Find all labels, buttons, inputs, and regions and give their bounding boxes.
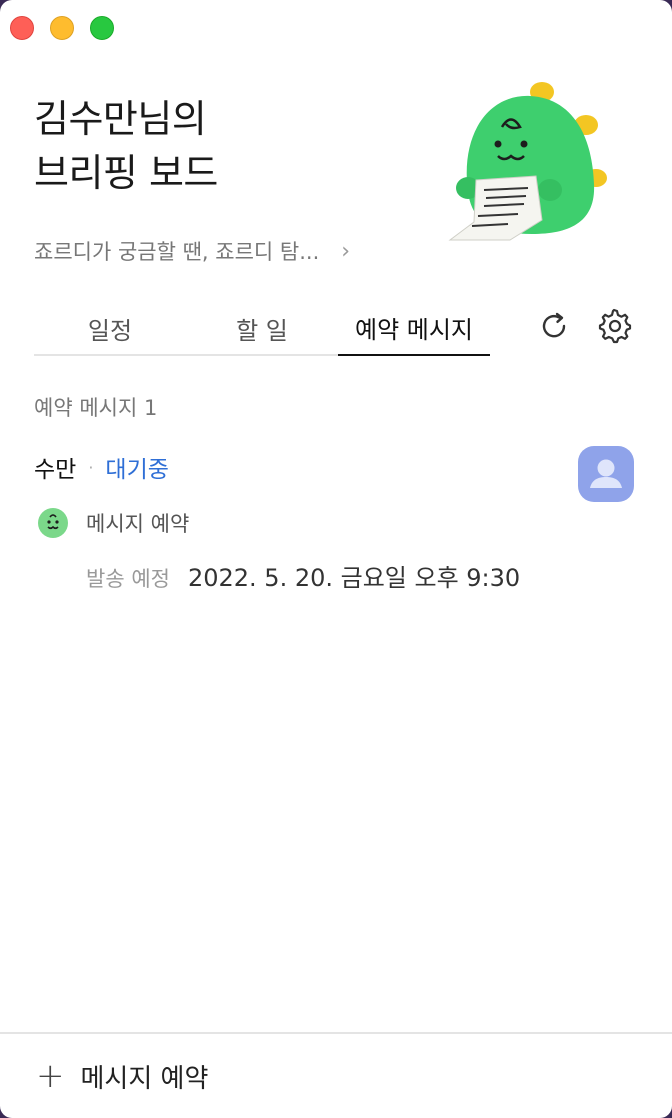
add-scheduled-message-button[interactable]: + 메시지 예약 — [0, 1032, 672, 1118]
close-window-button[interactable] — [10, 16, 34, 40]
title-line-1: 김수만님의 — [34, 97, 207, 141]
title-line-2: 브리핑 보드 — [34, 151, 218, 195]
tab-scheduled-messages[interactable]: 예약 메시지 — [338, 300, 490, 356]
jordy-face-icon — [38, 508, 68, 538]
person-avatar-icon[interactable] — [578, 446, 634, 502]
message-type-label: 메시지 예약 — [86, 512, 190, 536]
scheduled-message-count: 예약 메시지 1 — [34, 396, 158, 420]
maximize-window-button[interactable] — [90, 16, 114, 40]
subtitle-text: 죠르디가 궁금할 땐, 죠르디 탐... — [34, 240, 320, 264]
refresh-icon[interactable] — [534, 306, 574, 346]
plus-icon: + — [36, 1056, 65, 1096]
jordy-explore-link[interactable]: 죠르디가 궁금할 땐, 죠르디 탐... › — [34, 236, 350, 266]
add-scheduled-message-label: 메시지 예약 — [80, 1063, 209, 1094]
chevron-right-icon: › — [341, 238, 351, 264]
window-controls — [10, 16, 114, 40]
schedule-value: 2022. 5. 20. 금요일 오후 9:30 — [187, 564, 521, 592]
message-type: 메시지 예약 — [38, 508, 189, 538]
gear-icon[interactable] — [594, 306, 634, 346]
send-schedule: 발송 예정 2022. 5. 20. 금요일 오후 9:30 — [86, 558, 520, 593]
briefing-board-window: 김수만님의 브리핑 보드 죠르디가 궁금할 땐, 죠르디 탐... › 일정 할… — [0, 0, 672, 1118]
page-title: 김수만님의 브리핑 보드 — [34, 92, 218, 200]
separator-dot: · — [88, 457, 94, 477]
tab-bar: 일정 할 일 예약 메시지 — [34, 300, 490, 356]
tab-schedule[interactable]: 일정 — [34, 300, 186, 356]
status-badge: 대기중 — [105, 457, 169, 483]
list-item[interactable]: 수만 · 대기중 — [34, 450, 169, 484]
minimize-window-button[interactable] — [50, 16, 74, 40]
tab-todo[interactable]: 할 일 — [186, 300, 338, 356]
schedule-key: 발송 예정 — [86, 567, 170, 591]
jordy-mascot-icon — [448, 82, 607, 241]
recipient-name: 수만 — [34, 457, 77, 483]
